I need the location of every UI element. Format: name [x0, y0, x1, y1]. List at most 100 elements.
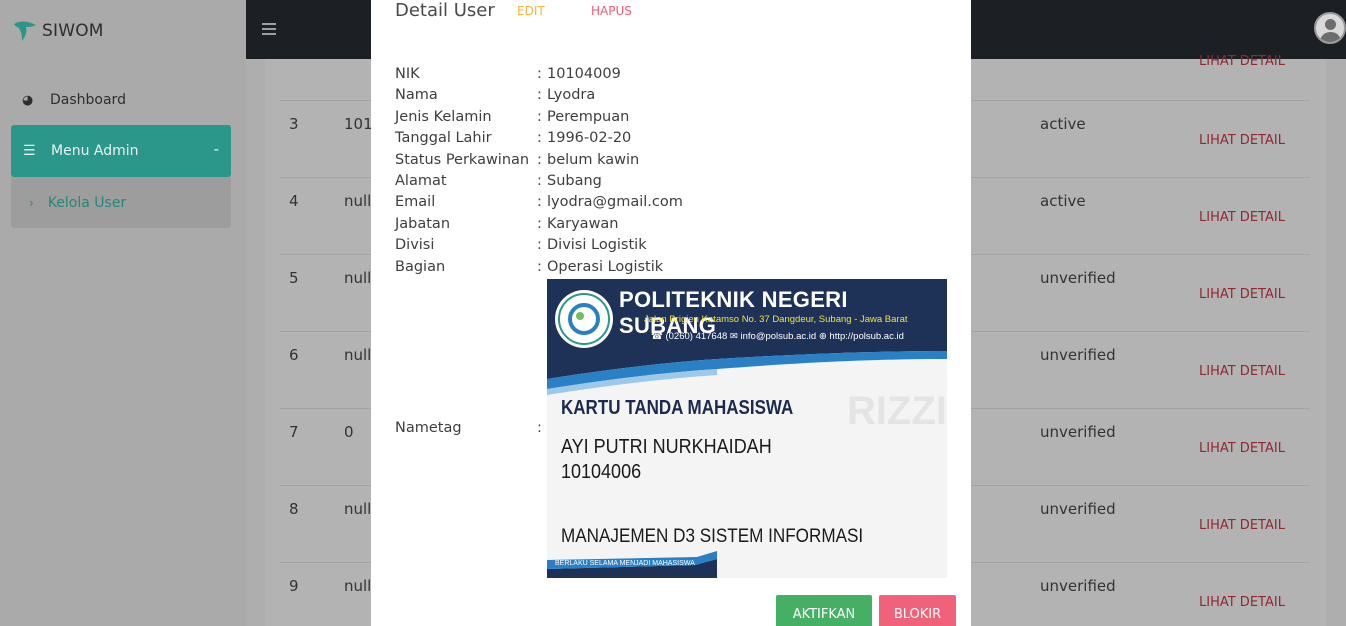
field-separator: : — [537, 194, 542, 211]
row-nik: 0 — [344, 423, 354, 441]
field-separator: : — [537, 151, 542, 168]
id-program: MANAJEMEN D3 SISTEM INFORMASI — [561, 526, 864, 547]
sidebar-subitem-kelola-user[interactable]: › Kelola User — [11, 177, 231, 228]
field-separator: : — [537, 237, 542, 254]
field-separator: : — [537, 87, 542, 104]
row-nik: null — [344, 346, 372, 364]
field-label: NIK — [395, 66, 420, 82]
nametag-image: RIZZI POLITEKNIK NEGERI SUBANG Jalan Bri… — [547, 279, 947, 578]
info-row-tanggal-lahir: Tanggal Lahir : 1996-02-20 — [395, 130, 955, 151]
row-status: unverified — [1040, 423, 1116, 441]
field-separator: : — [537, 258, 542, 275]
detail-user-modal: Detail User EDIT HAPUS NIK : 10104009 Na… — [371, 0, 971, 626]
brand[interactable]: SIWOM — [12, 16, 104, 46]
field-separator: : — [537, 130, 542, 147]
field-value: belum kawin — [547, 151, 640, 168]
field-label: Email — [395, 194, 436, 211]
row-number: 6 — [289, 346, 299, 364]
id-contact: ☎ (0260) 417648 ✉ info@polsub.ac.id ⊕ ht… — [651, 331, 904, 342]
field-separator: : — [537, 108, 542, 125]
sidebar-item-menu-admin[interactable]: ☰ Menu Admin - — [11, 125, 231, 177]
field-value: Subang — [547, 172, 602, 189]
field-label: Alamat — [395, 172, 447, 189]
collapse-toggle[interactable]: - — [214, 140, 219, 158]
field-value: lyodra@gmail.com — [547, 194, 683, 211]
field-value: 10104009 — [547, 66, 621, 82]
id-watermark: RIZZI — [847, 389, 947, 433]
row-status: unverified — [1040, 269, 1116, 287]
lihat-detail-link[interactable]: LIHAT DETAIL — [1199, 210, 1285, 225]
info-row-bagian: Bagian : Operasi Logistik — [395, 259, 955, 280]
row-status: unverified — [1040, 500, 1116, 518]
field-separator: : — [537, 215, 542, 232]
id-card-type: KARTU TANDA MAHASISWA — [561, 397, 794, 419]
field-value: 1996-02-20 — [547, 130, 632, 147]
user-avatar-icon[interactable] — [1314, 12, 1346, 44]
info-row-email: Email : lyodra@gmail.com — [395, 194, 955, 215]
row-status: active — [1040, 115, 1086, 133]
field-separator: : — [537, 420, 542, 436]
row-number: 8 — [289, 500, 299, 518]
row-nik: null — [344, 192, 372, 210]
row-number: 3 — [289, 115, 299, 133]
list-icon: ☰ — [23, 143, 36, 159]
info-row-nama: Nama : Lyodra — [395, 87, 955, 108]
field-label: Jabatan — [395, 215, 451, 232]
edit-link[interactable]: EDIT — [517, 4, 545, 18]
lihat-detail-link[interactable]: LIHAT DETAIL — [1199, 518, 1285, 533]
id-validity: BERLAKU SELAMA MENJADI MAHASISWA — [555, 560, 695, 567]
chevron-right-icon: › — [29, 195, 34, 210]
row-number: 5 — [289, 269, 299, 287]
sidebar-item-dashboard[interactable]: ◕ Dashboard — [22, 88, 126, 112]
info-row-alamat: Alamat : Subang — [395, 173, 955, 194]
user-info-list: NIK : 10104009 Nama : Lyodra Jenis Kelam… — [395, 66, 955, 280]
field-value: Operasi Logistik — [547, 258, 664, 275]
sidebar: SIWOM ◕ Dashboard ☰ Menu Admin - › Kelol… — [0, 0, 246, 626]
hapus-link[interactable]: HAPUS — [591, 4, 632, 18]
id-address: Jalan Brigjen Katamso No. 37 Dangdeur, S… — [644, 314, 908, 325]
row-nik: null — [344, 500, 372, 518]
field-separator: : — [537, 172, 542, 189]
nametag-label: Nametag — [395, 420, 462, 436]
field-value: Lyodra — [547, 87, 596, 104]
row-status: unverified — [1040, 346, 1116, 364]
row-status: active — [1040, 192, 1086, 210]
lihat-detail-link[interactable]: LIHAT DETAIL — [1199, 287, 1285, 302]
info-row-jenis-kelamin: Jenis Kelamin : Perempuan — [395, 109, 955, 130]
row-number: 7 — [289, 423, 299, 441]
field-label: Tanggal Lahir — [395, 130, 492, 147]
field-label: Jenis Kelamin — [395, 108, 492, 125]
info-row-nik: NIK : 10104009 — [395, 66, 955, 87]
lihat-detail-link[interactable]: LIHAT DETAIL — [1199, 441, 1285, 456]
row-number: 4 — [289, 192, 299, 210]
field-label: Nama — [395, 87, 438, 104]
aktifkan-button[interactable]: AKTIFKAN — [776, 595, 872, 626]
brand-logo-icon — [14, 21, 36, 41]
field-label: Bagian — [395, 258, 446, 275]
field-value: Perempuan — [547, 108, 630, 125]
blokir-button[interactable]: BLOKIR — [879, 595, 956, 626]
field-value: Divisi Logistik — [547, 237, 647, 254]
lihat-detail-link[interactable]: LIHAT DETAIL — [1199, 54, 1285, 69]
row-number: 9 — [289, 577, 299, 595]
row-nik: null — [344, 269, 372, 287]
lihat-detail-link[interactable]: LIHAT DETAIL — [1199, 364, 1285, 379]
dashboard-icon: ◕ — [22, 92, 34, 108]
row-nik: null — [344, 577, 372, 595]
info-row-status-perkawinan: Status Perkawinan : belum kawin — [395, 152, 955, 173]
info-row-jabatan: Jabatan : Karyawan — [395, 216, 955, 237]
brand-name: SIWOM — [42, 21, 104, 41]
field-label: Status Perkawinan — [395, 151, 530, 168]
sidebar-subitem-label: Kelola User — [47, 194, 127, 211]
field-label: Divisi — [395, 237, 435, 254]
sidebar-item-label: Menu Admin — [51, 143, 139, 159]
id-student-number: 10104006 — [561, 461, 642, 483]
sidebar-item-label: Dashboard — [50, 92, 126, 108]
modal-title: Detail User — [395, 0, 495, 21]
hamburger-icon[interactable] — [262, 23, 276, 35]
field-value: Karyawan — [547, 215, 619, 232]
lihat-detail-link[interactable]: LIHAT DETAIL — [1199, 133, 1285, 148]
id-student-name: AYI PUTRI NURKHAIDAH — [561, 436, 772, 458]
lihat-detail-link[interactable]: LIHAT DETAIL — [1199, 595, 1285, 610]
row-status: unverified — [1040, 577, 1116, 595]
